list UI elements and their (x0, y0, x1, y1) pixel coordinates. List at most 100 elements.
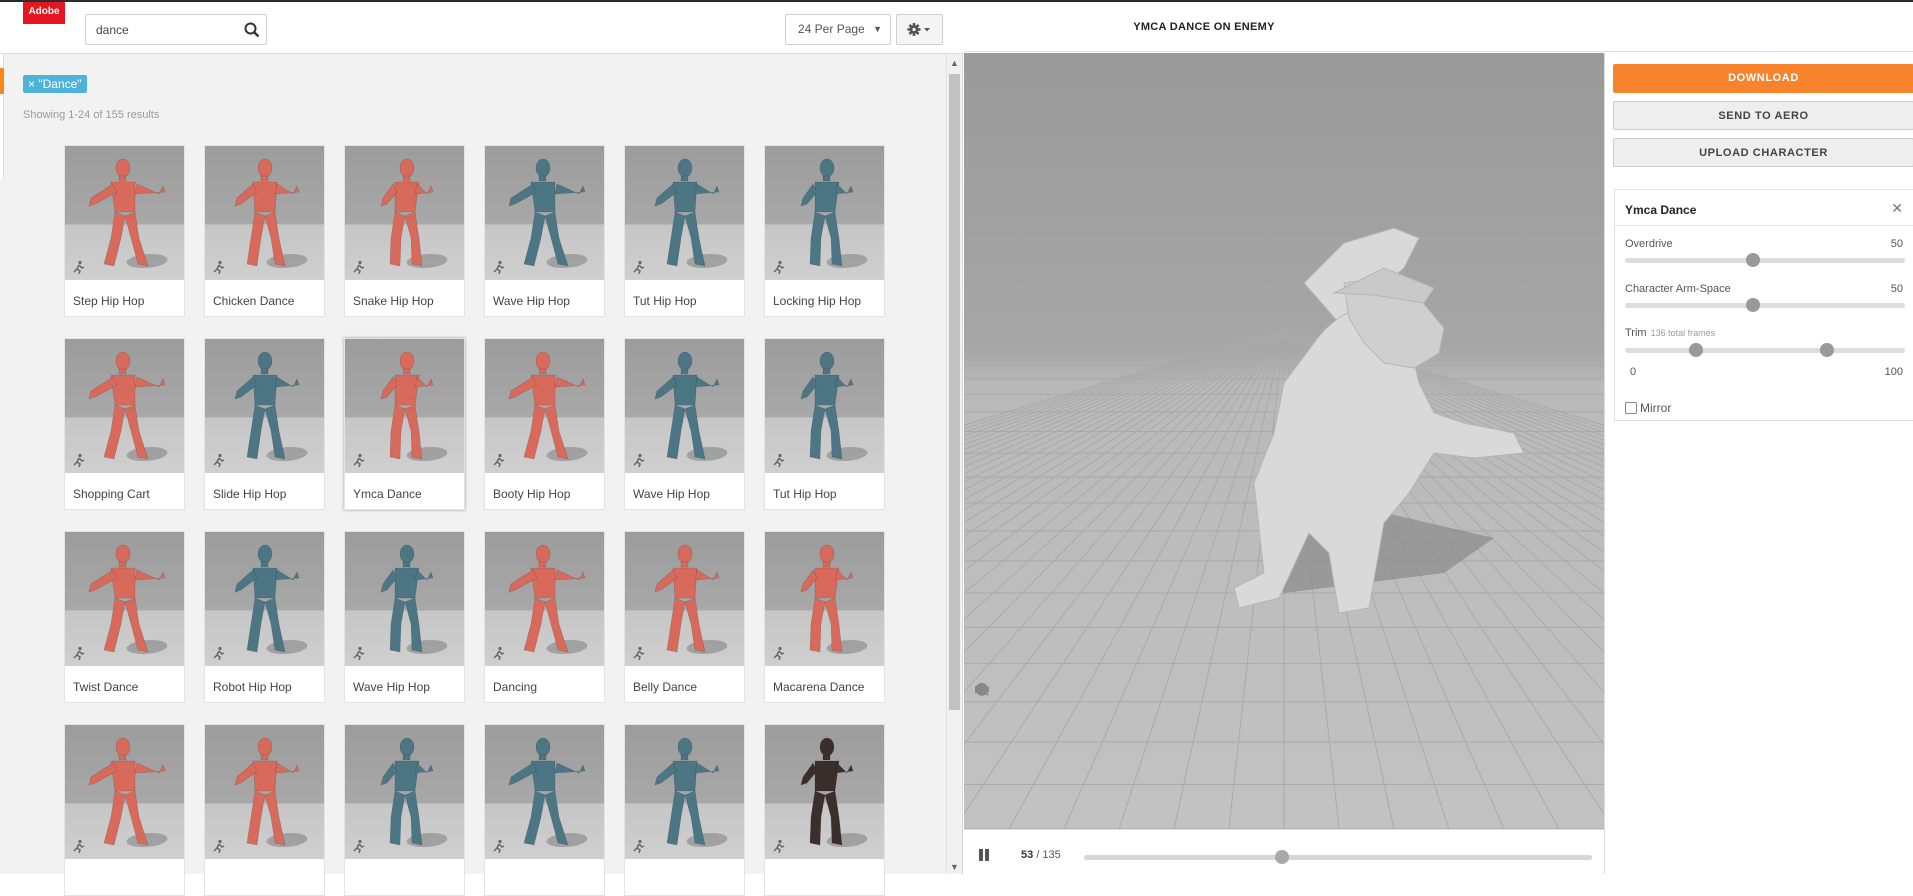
mirror-checkbox[interactable] (1625, 402, 1637, 414)
animation-card[interactable]: Tut Hip Hop (764, 338, 885, 510)
animation-thumbnail (485, 146, 604, 280)
animation-card[interactable]: Snake Hip Hop (344, 145, 465, 317)
per-page-value: 24 Per Page (798, 22, 865, 36)
close-icon[interactable]: ✕ (1891, 200, 1903, 217)
animation-card[interactable] (764, 724, 885, 896)
animation-thumbnail (205, 146, 324, 280)
scrollbar-thumb[interactable] (949, 74, 960, 710)
animation-thumbnail (485, 532, 604, 666)
animation-label: Belly Dance (633, 680, 698, 694)
adobe-logo[interactable]: Adobe (23, 2, 65, 24)
animation-card[interactable]: Ymca Dance (344, 338, 465, 510)
arm-space-slider-knob[interactable] (1746, 298, 1760, 312)
timeline-scrubber[interactable] (1275, 850, 1290, 864)
animation-card[interactable]: Shopping Cart (64, 338, 185, 510)
gear-icon (907, 23, 930, 36)
animation-card[interactable] (624, 724, 745, 896)
animation-card[interactable]: Dancing (484, 531, 605, 703)
animation-label: Shopping Cart (73, 487, 150, 501)
trim-end-knob[interactable] (1820, 343, 1834, 357)
animation-thumbnail (345, 339, 464, 473)
search-input[interactable] (86, 15, 236, 44)
mirror-option[interactable]: Mirror (1625, 401, 1671, 415)
frame-total: / 135 (1036, 849, 1061, 861)
animation-thumbnail (765, 146, 884, 280)
animation-thumbnail (765, 725, 884, 859)
animation-card[interactable] (484, 724, 605, 896)
animation-card[interactable]: Wave Hip Hop (484, 145, 605, 317)
move-icon[interactable] (974, 683, 990, 749)
animation-label: Locking Hip Hop (773, 294, 862, 308)
running-man-icon (631, 646, 645, 661)
animation-label: Macarena Dance (773, 680, 865, 694)
per-page-select[interactable]: 24 Per Page ▼ (785, 14, 891, 45)
animation-card[interactable]: Chicken Dance (204, 145, 325, 317)
3d-viewport[interactable] (964, 53, 1604, 829)
animation-thumbnail (345, 725, 464, 859)
animation-card[interactable]: Locking Hip Hop (764, 145, 885, 317)
animation-label: Step Hip Hop (73, 294, 145, 308)
running-man-icon (491, 453, 505, 468)
running-man-icon (351, 260, 365, 275)
running-man-icon (351, 646, 365, 661)
settings-dropdown-button[interactable] (896, 14, 943, 45)
running-man-icon (71, 260, 85, 275)
active-indicator (0, 68, 4, 94)
timeline-track[interactable] (1084, 855, 1592, 860)
animation-label: Robot Hip Hop (213, 680, 292, 694)
running-man-icon (491, 260, 505, 275)
arm-space-slider[interactable] (1625, 303, 1905, 308)
animation-thumbnail (205, 725, 324, 859)
running-man-icon (351, 839, 365, 854)
running-man-icon (71, 839, 85, 854)
animation-thumbnail (205, 532, 324, 666)
animation-label: Wave Hip Hop (633, 487, 710, 501)
animation-card[interactable]: Wave Hip Hop (624, 338, 745, 510)
power-icon[interactable] (974, 683, 990, 789)
animation-card[interactable]: Step Hip Hop (64, 145, 185, 317)
overdrive-slider[interactable] (1625, 258, 1905, 263)
running-man-icon (211, 453, 225, 468)
animation-thumbnail (65, 146, 184, 280)
animation-card[interactable]: Robot Hip Hop (204, 531, 325, 703)
animation-card[interactable] (64, 724, 185, 896)
animation-label: Wave Hip Hop (493, 294, 570, 308)
trim-max: 100 (1884, 366, 1903, 378)
filter-tag-dance[interactable]: × "Dance" (23, 75, 87, 93)
library-scrollbar[interactable]: ▲ ▼ (946, 54, 962, 874)
animation-label: Tut Hip Hop (773, 487, 837, 501)
trim-start-knob[interactable] (1689, 343, 1703, 357)
running-man-icon (211, 260, 225, 275)
search-icon[interactable] (242, 20, 262, 40)
pause-icon[interactable] (977, 848, 991, 862)
viewport-toolbar (974, 681, 992, 813)
running-man-icon (491, 839, 505, 854)
reset-icon[interactable] (974, 683, 990, 729)
animation-label: Snake Hip Hop (353, 294, 434, 308)
animation-thumbnail (345, 146, 464, 280)
animation-card[interactable]: Booty Hip Hop (484, 338, 605, 510)
animation-card[interactable]: Twist Dance (64, 531, 185, 703)
animation-card[interactable]: Tut Hip Hop (624, 145, 745, 317)
animation-title: Ymca Dance (1625, 203, 1697, 217)
send-to-aero-button[interactable]: SEND TO AERO (1613, 101, 1913, 130)
zoom-icon[interactable] (974, 683, 990, 769)
animation-thumbnail (65, 532, 184, 666)
animation-card[interactable]: Macarena Dance (764, 531, 885, 703)
camera-icon[interactable] (974, 686, 990, 809)
animation-card[interactable]: Belly Dance (624, 531, 745, 703)
overdrive-slider-knob[interactable] (1746, 253, 1760, 267)
animation-card[interactable]: Wave Hip Hop (344, 531, 465, 703)
scroll-up-icon[interactable]: ▲ (950, 58, 959, 68)
animation-label: Dancing (493, 680, 538, 694)
animation-card[interactable] (204, 724, 325, 896)
download-button[interactable]: DOWNLOAD (1613, 64, 1913, 93)
divider (1615, 225, 1913, 226)
animation-card[interactable] (344, 724, 465, 896)
animation-label: Ymca Dance (353, 487, 422, 501)
settings-panel: DOWNLOAD SEND TO AERO UPLOAD CHARACTER Y… (1604, 53, 1913, 874)
scroll-down-icon[interactable]: ▼ (950, 862, 959, 872)
animation-card[interactable]: Slide Hip Hop (204, 338, 325, 510)
upload-character-button[interactable]: UPLOAD CHARACTER (1613, 138, 1913, 167)
trim-slider[interactable] (1625, 348, 1905, 353)
